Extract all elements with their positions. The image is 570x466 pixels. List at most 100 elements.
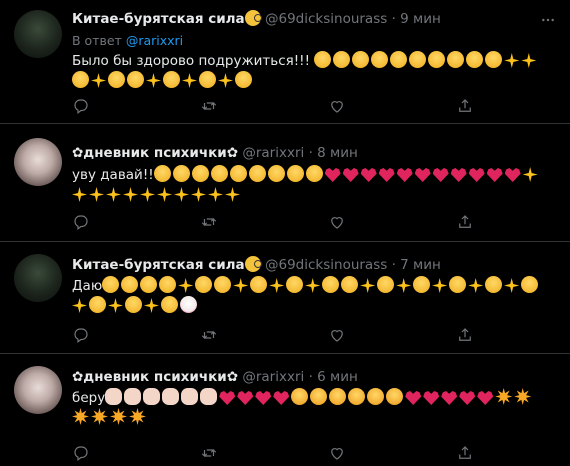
share-icon[interactable]	[456, 444, 474, 462]
hand-emoji-icon	[181, 388, 199, 405]
like-icon[interactable]	[328, 213, 346, 231]
tweet-header: Китае-бурятская сила @69dicksinourass · …	[72, 256, 441, 274]
spark-emoji-icon	[225, 187, 240, 202]
heart-emoji-icon	[219, 391, 236, 405]
avatar[interactable]	[14, 10, 62, 58]
separator: ·	[391, 11, 396, 27]
display-name[interactable]: Китае-бурятская сила	[72, 257, 245, 273]
spark-emoji-icon	[72, 298, 87, 313]
heart-emoji-icon	[504, 168, 521, 182]
spark-emoji-icon	[89, 187, 104, 202]
tweet[interactable]: ✿дневник психички✿ @rarixxri · 8 мин уву…	[0, 124, 570, 242]
smile-emoji-icon	[409, 51, 427, 68]
reply-icon[interactable]	[72, 213, 90, 231]
hand-emoji-icon	[200, 388, 218, 405]
sun-emoji-icon	[514, 388, 532, 405]
action-bar	[72, 326, 512, 344]
separator: ·	[391, 257, 396, 273]
tweet-text-content: Было бы здорово подружиться!!!	[72, 53, 310, 69]
avatar[interactable]	[14, 138, 62, 186]
reply-context: В ответ @rarixxri	[72, 33, 183, 49]
monocle-emoji-icon	[244, 256, 262, 272]
spark-emoji-icon	[178, 278, 194, 293]
like-icon[interactable]	[328, 444, 346, 462]
reply-icon[interactable]	[72, 326, 90, 344]
avatar[interactable]	[14, 366, 62, 414]
smile-emoji-icon	[161, 296, 178, 313]
handle[interactable]: @69dicksinourass	[265, 11, 387, 27]
heart-emoji-icon	[360, 168, 377, 182]
timestamp[interactable]: 9 мин	[400, 11, 441, 27]
spark-emoji-icon	[305, 278, 321, 293]
display-name[interactable]: ✿дневник психички✿	[72, 145, 238, 161]
spark-emoji-icon	[269, 278, 285, 293]
handle[interactable]: @rarixxri	[242, 145, 304, 161]
tweet[interactable]: ✿дневник психички✿ @rarixxri · 6 мин бер…	[0, 354, 570, 466]
smile-emoji-icon	[352, 51, 370, 68]
heart-emoji-icon	[396, 168, 413, 182]
smile-emoji-icon	[210, 165, 228, 182]
smile-emoji-icon	[286, 276, 304, 293]
monocle-emoji-icon	[244, 10, 262, 26]
smile-emoji-icon	[127, 71, 144, 88]
hug-emoji-icon	[291, 388, 309, 405]
spark-emoji-icon	[208, 187, 223, 202]
timestamp[interactable]: 8 мин	[317, 145, 358, 161]
smile-emoji-icon	[371, 51, 389, 68]
share-icon[interactable]	[456, 213, 474, 231]
like-icon[interactable]	[328, 97, 346, 115]
heart-emoji-icon	[459, 391, 476, 405]
retweet-icon[interactable]	[200, 213, 218, 231]
reply-mention[interactable]: @rarixxri	[126, 33, 183, 48]
like-icon[interactable]	[328, 326, 346, 344]
heart-emoji-icon	[477, 391, 494, 405]
smile-emoji-icon	[125, 296, 142, 313]
share-icon[interactable]	[456, 97, 474, 115]
handle[interactable]: @69dicksinourass	[265, 257, 387, 273]
reply-icon[interactable]	[72, 97, 90, 115]
display-name[interactable]: Китае-бурятская сила	[72, 11, 245, 27]
handle[interactable]: @rarixxri	[242, 369, 304, 385]
spark-emoji-icon	[174, 187, 189, 202]
share-icon[interactable]	[456, 326, 474, 344]
spark-emoji-icon	[72, 187, 87, 202]
action-bar	[72, 213, 512, 231]
hand-emoji-icon	[143, 388, 161, 405]
separator: ·	[308, 145, 313, 161]
hand-emoji-icon	[162, 388, 180, 405]
smile-emoji-icon	[267, 165, 285, 182]
smile-emoji-icon	[214, 276, 232, 293]
action-bar	[72, 97, 512, 115]
retweet-icon[interactable]	[200, 97, 218, 115]
display-name[interactable]: ✿дневник психички✿	[72, 369, 238, 385]
spark-emoji-icon	[157, 187, 172, 202]
avatar[interactable]	[14, 254, 62, 302]
tweet[interactable]: Китае-бурятская сила @69dicksinourass · …	[0, 0, 570, 124]
smile-emoji-icon	[140, 276, 158, 293]
heart-emoji-icon	[432, 168, 449, 182]
spark-emoji-icon	[521, 53, 537, 68]
hug-emoji-icon	[310, 388, 328, 405]
smile-emoji-icon	[153, 165, 171, 182]
reply-icon[interactable]	[72, 444, 90, 462]
spark-emoji-icon	[218, 73, 233, 88]
more-icon[interactable]	[538, 12, 558, 28]
sun-emoji-icon	[129, 408, 146, 425]
smile-emoji-icon	[305, 165, 323, 182]
smile-emoji-icon	[163, 71, 180, 88]
smile-emoji-icon	[314, 51, 332, 68]
smile-emoji-icon	[108, 71, 125, 88]
tweet-text-content: Даю	[72, 278, 103, 294]
spark-emoji-icon	[432, 278, 448, 293]
timestamp[interactable]: 7 мин	[400, 257, 441, 273]
tweet[interactable]: Китае-бурятская сила @69dicksinourass · …	[0, 242, 570, 354]
spark-emoji-icon	[123, 187, 138, 202]
heart-emoji-icon	[405, 391, 422, 405]
smile-emoji-icon	[102, 276, 120, 293]
retweet-icon[interactable]	[200, 326, 218, 344]
spark-emoji-icon	[140, 187, 155, 202]
timestamp[interactable]: 6 мин	[317, 369, 358, 385]
smile-emoji-icon	[447, 51, 465, 68]
smile-emoji-icon	[89, 296, 106, 313]
retweet-icon[interactable]	[200, 444, 218, 462]
